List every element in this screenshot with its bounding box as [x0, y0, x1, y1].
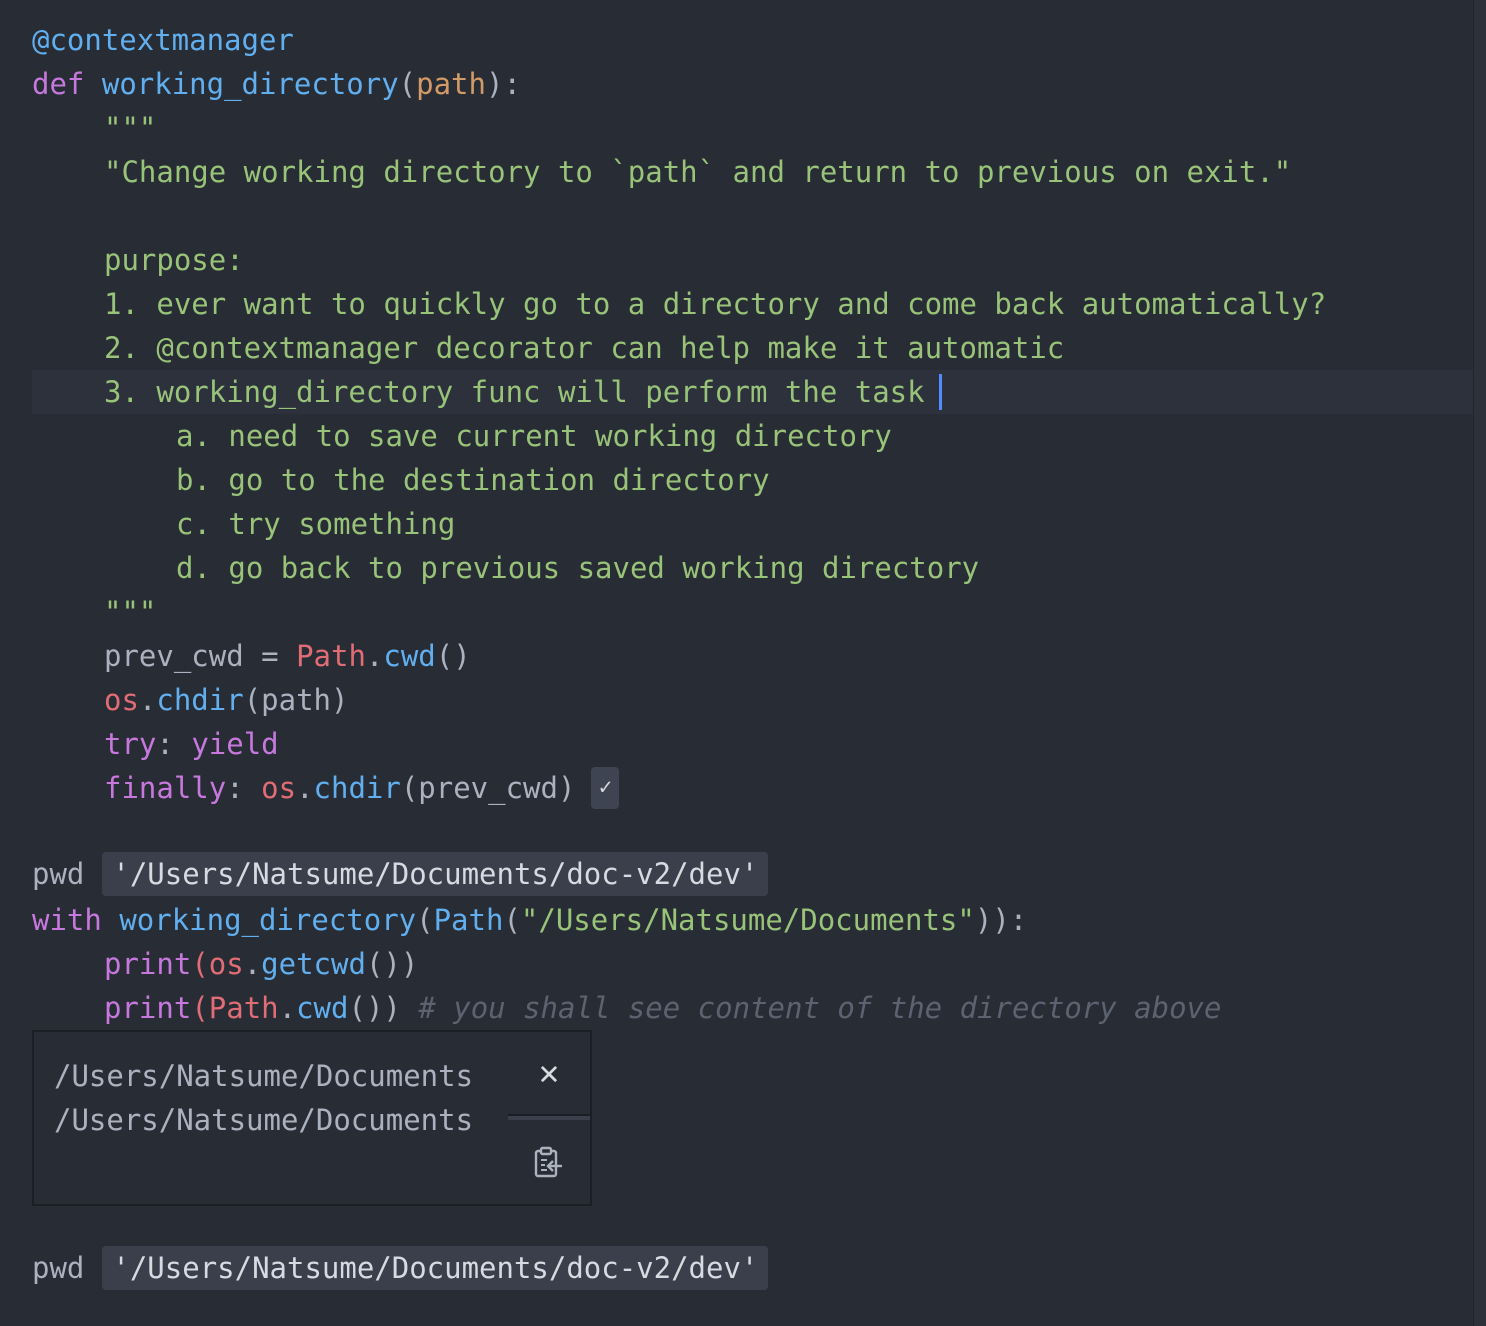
- print-function: print: [104, 947, 192, 981]
- os-object: os: [261, 771, 297, 805]
- code-line-with: with working_directory(Path("/Users/Nats…: [32, 898, 1027, 942]
- docstring-item-3: 3. working_directory func will perform t…: [104, 370, 942, 414]
- code-line-print-getcwd: print(os.getcwd()): [104, 942, 418, 986]
- print-function: print: [104, 991, 192, 1025]
- docstring-item-d: d. go back to previous saved working dir…: [176, 551, 980, 585]
- output-text: /Users/Natsume/Documents /Users/Natsume/…: [54, 1059, 474, 1137]
- docstring-item-c: c. try something: [176, 507, 456, 541]
- text-cursor: [938, 374, 942, 410]
- dot: .: [296, 771, 314, 805]
- cwd-method: cwd: [383, 639, 436, 673]
- code-editor[interactable]: @contextmanager def working_directory(pa…: [0, 0, 1486, 1326]
- finally-keyword: finally: [104, 771, 227, 805]
- os-object: os: [208, 947, 244, 981]
- clipboard-icon: [534, 1146, 562, 1178]
- chdir-method: chdir: [156, 683, 244, 717]
- chdir-args: (prev_cwd): [400, 771, 576, 805]
- docstring-open: """: [104, 111, 157, 145]
- dot: .: [138, 683, 157, 717]
- docstring-summary: "Change working directory to `path` and …: [104, 155, 1292, 189]
- close-paren-colon: )):: [974, 903, 1028, 937]
- colon: :: [226, 771, 262, 805]
- getcwd-method: getcwd: [261, 947, 366, 981]
- check-icon[interactable]: ✓: [591, 767, 620, 809]
- pwd-value: '/Users/Natsume/Documents/doc-v2/dev': [102, 852, 769, 896]
- code-line-try: try: yield: [104, 722, 279, 766]
- path-object: Path: [296, 639, 366, 673]
- code-line-prev-cwd: prev_cwd = Path.cwd(): [104, 634, 471, 678]
- cwd-method: cwd: [296, 991, 349, 1025]
- parameter: path: [416, 67, 486, 101]
- path-class: Path: [433, 903, 504, 937]
- function-call: working_directory: [119, 903, 417, 937]
- code-line-1: @contextmanager: [32, 18, 294, 62]
- copy-output-button[interactable]: [508, 1120, 590, 1204]
- dot: .: [365, 639, 384, 673]
- with-keyword: with: [32, 903, 102, 937]
- try-keyword: try: [104, 727, 157, 761]
- docstring-item-b: b. go to the destination directory: [176, 463, 770, 497]
- close-parens: ()): [348, 991, 401, 1025]
- output-toolbar: ✕: [508, 1030, 592, 1206]
- os-object: os: [104, 683, 139, 717]
- colon: :: [156, 727, 192, 761]
- pwd-line-1: pwd '/Users/Natsume/Documents/doc-v2/dev': [32, 852, 769, 896]
- code-line-finally: finally: os.chdir(prev_cwd) ✓: [104, 766, 620, 810]
- docstring-item-a: a. need to save current working director…: [176, 419, 892, 453]
- dot: .: [278, 991, 297, 1025]
- paren: (: [191, 947, 209, 981]
- path-string: "/Users/Natsume/Documents": [520, 903, 975, 937]
- prev-cwd-var: prev_cwd =: [104, 639, 297, 673]
- decorator: @contextmanager: [32, 23, 294, 57]
- pwd-value: '/Users/Natsume/Documents/doc-v2/dev': [102, 1246, 769, 1290]
- docstring-close: """: [104, 595, 157, 629]
- def-keyword: def: [32, 67, 85, 101]
- docstring-item-2: 2. @contextmanager decorator can help ma…: [104, 331, 1065, 365]
- docstring-item-3-text: 3. working_directory func will perform t…: [104, 375, 925, 409]
- paren-colon: ):: [485, 67, 521, 101]
- output-panel: /Users/Natsume/Documents /Users/Natsume/…: [32, 1030, 512, 1206]
- call-parens: (): [435, 639, 471, 673]
- close-icon: ✕: [538, 1053, 560, 1093]
- paren: (: [503, 903, 521, 937]
- code-comment: # you shall see content of the directory…: [400, 991, 1222, 1025]
- paren: (: [191, 991, 209, 1025]
- pwd-label: pwd: [32, 1251, 85, 1285]
- docstring-item-1: 1. ever want to quickly go to a director…: [104, 287, 1327, 321]
- function-name: working_directory: [101, 67, 399, 101]
- chdir-method: chdir: [313, 771, 401, 805]
- close-parens: ()): [365, 947, 419, 981]
- code-line-print-cwd: print(Path.cwd()) # you shall see conten…: [104, 986, 1221, 1030]
- pwd-line-2: pwd '/Users/Natsume/Documents/doc-v2/dev': [32, 1246, 769, 1290]
- dot: .: [243, 947, 262, 981]
- paren: (: [398, 67, 417, 101]
- code-line-2: def working_directory(path):: [32, 62, 521, 106]
- code-line-chdir: os.chdir(path): [104, 678, 348, 722]
- chdir-args: (path): [243, 683, 349, 717]
- close-output-button[interactable]: ✕: [508, 1032, 590, 1116]
- vertical-scrollbar[interactable]: [1473, 0, 1486, 1326]
- pwd-label: pwd: [32, 857, 85, 891]
- path-object: Path: [208, 991, 279, 1025]
- docstring-purpose: purpose:: [104, 243, 244, 277]
- yield-keyword: yield: [191, 727, 279, 761]
- paren: (: [416, 903, 434, 937]
